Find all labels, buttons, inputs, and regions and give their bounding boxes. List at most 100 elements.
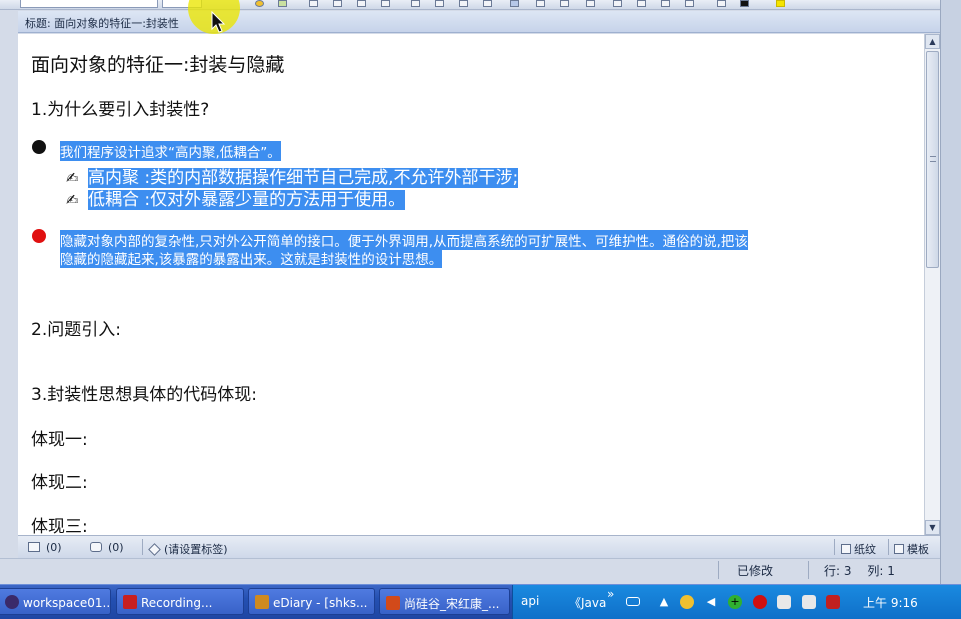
tags[interactable]: (请设置标签) bbox=[148, 541, 228, 557]
document-heading: 面向对象的特征一:封装与隐藏 bbox=[31, 54, 285, 76]
tray-java-label[interactable]: 《Java bbox=[569, 594, 606, 611]
volume-icon[interactable]: ◀ bbox=[704, 595, 718, 609]
right-frame bbox=[940, 0, 961, 584]
tag-placeholder: (请设置标签) bbox=[164, 543, 228, 556]
network-icon[interactable] bbox=[680, 595, 694, 609]
divider bbox=[142, 539, 143, 555]
recording-icon bbox=[123, 595, 137, 609]
taskbar: workspace01... Recording... eDiary - [sh… bbox=[0, 584, 961, 619]
task-ediary[interactable]: eDiary - [shks... bbox=[248, 588, 375, 615]
info-bar: (0) (0) (请设置标签) 纸纹 模板 bbox=[18, 535, 940, 558]
align-center-icon[interactable] bbox=[536, 0, 545, 7]
smiley-icon[interactable] bbox=[255, 0, 264, 7]
comment-count: (0) bbox=[108, 541, 124, 554]
attachment-count: (0) bbox=[46, 541, 62, 554]
red-bullet-icon bbox=[32, 229, 46, 243]
cursor-position: 行: 3 列: 1 bbox=[824, 562, 895, 579]
title-label: 标题: bbox=[25, 17, 51, 30]
copy-icon[interactable] bbox=[333, 0, 342, 7]
caret-up-icon[interactable]: ▲ bbox=[657, 595, 671, 609]
template-icon bbox=[894, 544, 904, 554]
section-1-heading: 1.为什么要引入封装性? bbox=[31, 100, 210, 120]
col-label: 列: bbox=[867, 564, 884, 578]
scroll-down-icon[interactable]: ▼ bbox=[925, 520, 940, 535]
system-tray: api 《Java » ▲ ◀ + 上午 9:16 bbox=[512, 585, 961, 619]
task-label: Recording... bbox=[141, 596, 213, 610]
sub-point-low-coupling: ✍ 低耦合 :仅对外暴露少量的方法用于使用。 bbox=[66, 185, 406, 210]
indent-icon[interactable] bbox=[661, 0, 670, 7]
intro-line: 我们程序设计追求“高内聚,低耦合”。 bbox=[60, 141, 281, 161]
pen-icon: ✍ bbox=[66, 191, 79, 209]
cut-icon[interactable] bbox=[309, 0, 318, 7]
template-button[interactable]: 模板 bbox=[894, 541, 929, 557]
highlight-color-icon[interactable] bbox=[776, 0, 785, 7]
undo-icon[interactable] bbox=[381, 0, 390, 7]
sub-point-text: 低耦合 :仅对外暴露少量的方法用于使用。 bbox=[88, 190, 406, 210]
presentation-icon[interactable] bbox=[826, 595, 840, 609]
strike-icon[interactable] bbox=[483, 0, 492, 7]
task-powerpoint[interactable]: 尚硅谷_宋红康_... bbox=[379, 588, 510, 615]
diary-editor[interactable]: 面向对象的特征一:封装与隐藏 1.为什么要引入封装性? 我们程序设计追求“高内聚… bbox=[18, 34, 924, 535]
add-icon[interactable]: + bbox=[728, 595, 742, 609]
bullets-icon[interactable] bbox=[637, 0, 646, 7]
eclipse-icon bbox=[5, 595, 19, 609]
link-icon[interactable] bbox=[717, 0, 726, 7]
divider bbox=[834, 539, 835, 555]
row-value: 3 bbox=[843, 564, 852, 578]
embodiment-1: 体现一: bbox=[31, 430, 88, 450]
keyboard-icon[interactable] bbox=[626, 597, 640, 606]
text-color-icon[interactable] bbox=[740, 0, 749, 7]
title-text[interactable]: 标题: 面向对象的特征一:封装性 bbox=[25, 15, 179, 31]
font-name-field[interactable] bbox=[20, 0, 158, 8]
section-2-heading: 2.问题引入: bbox=[31, 320, 121, 340]
title-value: 面向对象的特征一:封装性 bbox=[54, 17, 179, 30]
task-label: eDiary - [shks... bbox=[273, 596, 368, 610]
divider bbox=[888, 539, 889, 555]
black-bullet-icon bbox=[32, 140, 46, 154]
attachments[interactable]: (0) bbox=[28, 541, 62, 554]
diary-icon bbox=[255, 595, 269, 609]
clock[interactable]: 上午 9:16 bbox=[863, 594, 918, 611]
paper-label: 纸纹 bbox=[854, 543, 876, 556]
divider bbox=[718, 561, 719, 579]
comment-icon bbox=[90, 542, 102, 552]
record-icon[interactable] bbox=[753, 595, 767, 609]
embodiment-3: 体现三: bbox=[31, 517, 88, 535]
vertical-scrollbar[interactable]: ▲ ▼ bbox=[924, 34, 940, 535]
numbering-icon[interactable] bbox=[613, 0, 622, 7]
left-gutter bbox=[0, 10, 18, 535]
task-label: workspace01... bbox=[23, 596, 111, 610]
status-bar: 已修改 行: 3 列: 1 bbox=[0, 558, 940, 584]
scroll-up-icon[interactable]: ▲ bbox=[925, 34, 940, 49]
row-label: 行: bbox=[824, 564, 841, 578]
powerpoint-icon bbox=[386, 596, 400, 610]
modified-status: 已修改 bbox=[737, 564, 774, 578]
bold-icon[interactable] bbox=[411, 0, 420, 7]
scroll-thumb[interactable] bbox=[926, 51, 939, 268]
hiding-paragraph-line-2: 隐藏的隐藏起来,该暴露的暴露出来。这就是封装性的设计思想。 bbox=[60, 248, 443, 268]
task-recording[interactable]: Recording... bbox=[116, 588, 244, 615]
toolbar bbox=[0, 0, 961, 10]
template-label: 模板 bbox=[907, 543, 929, 556]
display-icon[interactable] bbox=[802, 595, 816, 609]
paste-icon[interactable] bbox=[357, 0, 366, 7]
task-label: 尚硅谷_宋红康_... bbox=[404, 597, 500, 611]
comments[interactable]: (0) bbox=[90, 541, 124, 554]
tray-expand-icon[interactable]: » bbox=[607, 587, 614, 601]
italic-icon[interactable] bbox=[435, 0, 444, 7]
device-icon[interactable] bbox=[777, 595, 791, 609]
tag-icon bbox=[148, 543, 161, 556]
align-left-icon[interactable] bbox=[510, 0, 519, 7]
app-window: 标题: 面向对象的特征一:封装性 面向对象的特征一:封装与隐藏 1.为什么要引入… bbox=[0, 0, 961, 619]
align-right-icon[interactable] bbox=[560, 0, 569, 7]
paper-texture-button[interactable]: 纸纹 bbox=[841, 541, 876, 557]
task-workspace[interactable]: workspace01... bbox=[0, 588, 111, 615]
underline-icon[interactable] bbox=[459, 0, 468, 7]
col-value: 1 bbox=[887, 564, 895, 578]
outdent-icon[interactable] bbox=[685, 0, 694, 7]
justify-icon[interactable] bbox=[586, 0, 595, 7]
paper-icon bbox=[841, 544, 851, 554]
image-icon[interactable] bbox=[278, 0, 287, 7]
section-3-heading: 3.封装性思想具体的代码体现: bbox=[31, 385, 257, 405]
tray-api-label[interactable]: api bbox=[521, 594, 539, 608]
